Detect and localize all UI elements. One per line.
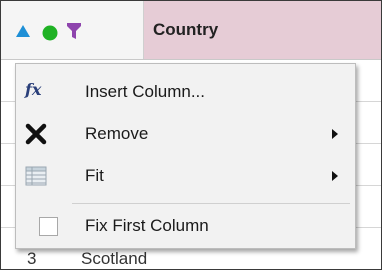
row-cell-value: Scotland [81, 249, 148, 268]
column-header-country[interactable]: Country [144, 1, 381, 59]
menu-item-label: Fit [85, 166, 104, 185]
column-header-label: Country [153, 20, 219, 39]
fix-first-column-checkbox[interactable] [39, 217, 58, 236]
remove-x-icon [25, 123, 47, 145]
filter-icon[interactable] [67, 23, 81, 40]
menu-item-remove[interactable]: Remove [16, 113, 355, 155]
grid-header: Country [1, 1, 381, 60]
fx-icon: fx [25, 80, 42, 99]
sort-ascending-icon[interactable] [16, 25, 30, 37]
fit-grid-icon [25, 166, 47, 186]
menu-item-label: Fix First Column [85, 216, 209, 235]
menu-separator [72, 203, 350, 204]
menu-item-fix-first-column[interactable]: Fix First Column [16, 205, 355, 247]
menu-item-fit[interactable]: Fit [16, 155, 355, 197]
data-grid: Country 3 Scotland fx Insert Column... R… [0, 0, 382, 270]
submenu-arrow-icon [332, 129, 338, 139]
column-context-menu: fx Insert Column... Remove Fit Fix First… [15, 63, 356, 249]
status-dot-icon[interactable] [42, 25, 58, 41]
header-icon-cell [1, 1, 144, 59]
menu-item-label: Insert Column... [85, 82, 205, 101]
row-number: 3 [27, 249, 37, 268]
submenu-arrow-icon [332, 171, 338, 181]
menu-item-label: Remove [85, 124, 149, 143]
menu-item-insert-column[interactable]: fx Insert Column... [16, 71, 355, 113]
